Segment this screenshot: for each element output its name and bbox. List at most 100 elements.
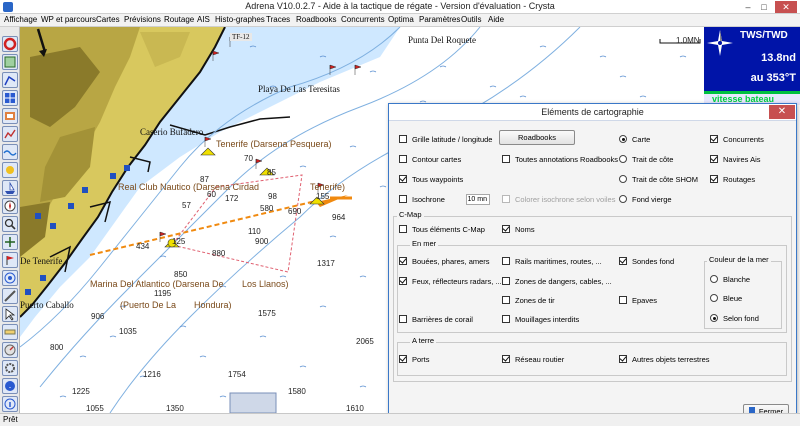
radio-bleue[interactable]: Bleue	[710, 294, 742, 305]
check-epaves[interactable]: Epaves	[619, 296, 657, 307]
check-isochrone[interactable]: Isochrone	[399, 195, 445, 206]
check-tous-waypoints[interactable]: Tous waypoints	[399, 175, 463, 186]
checkbox-box[interactable]	[399, 175, 407, 183]
check-zones-tir[interactable]: Zones de tir	[502, 296, 555, 307]
boat-icon[interactable]	[2, 180, 18, 196]
checkbox-box[interactable]	[399, 135, 407, 143]
checkbox-box[interactable]	[399, 155, 407, 163]
menu-histo-graphes[interactable]: Histo-graphes	[215, 15, 265, 24]
zoom-icon[interactable]	[2, 216, 18, 232]
minimize-button[interactable]: –	[742, 1, 754, 13]
check-mouillages-interdits[interactable]: Mouillages interdits	[502, 315, 579, 326]
menu-previsions[interactable]: Prévisions	[124, 15, 161, 24]
radio-dot[interactable]	[619, 135, 627, 143]
target-icon[interactable]	[2, 270, 18, 286]
checkbox-box[interactable]	[502, 257, 510, 265]
checkbox-box[interactable]	[710, 135, 718, 143]
menu-affichage[interactable]: Affichage	[4, 15, 37, 24]
help-icon[interactable]	[2, 378, 18, 394]
weather-icon[interactable]	[2, 162, 18, 178]
check-routages[interactable]: Routages	[710, 175, 755, 186]
checkbox-box[interactable]	[399, 257, 407, 265]
checkbox-box[interactable]	[710, 155, 718, 163]
waypoint-icon[interactable]	[2, 252, 18, 268]
dialog-close-button[interactable]: ✕	[769, 105, 795, 119]
menu-wp-parcours[interactable]: WP et parcours	[41, 15, 96, 24]
compass-icon[interactable]	[2, 198, 18, 214]
checkbox-box[interactable]	[502, 355, 510, 363]
menu-aide[interactable]: Aide	[488, 15, 504, 24]
check-annotations-roadbooks[interactable]: Toutes annotations Roadbooks	[502, 155, 618, 166]
checkbox-box[interactable]	[502, 315, 510, 323]
wave-icon[interactable]	[2, 144, 18, 160]
check-bouees[interactable]: Bouées, phares, amers	[399, 257, 490, 268]
lifebuoy-icon[interactable]	[2, 36, 18, 52]
roadbooks-button[interactable]: Roadbooks	[499, 130, 575, 145]
radio-dot[interactable]	[619, 175, 627, 183]
close-window-button[interactable]: ✕	[775, 1, 797, 13]
check-reseau-routier[interactable]: Réseau routier	[502, 355, 564, 366]
checkbox-box[interactable]	[502, 225, 510, 233]
checkbox-box[interactable]	[502, 296, 510, 304]
radio-fond-vierge[interactable]: Fond vierge	[619, 195, 672, 206]
check-sondes-fond[interactable]: Sondes fond	[619, 257, 674, 268]
radio-selon-fond[interactable]: Selon fond	[710, 314, 759, 325]
checkbox-box[interactable]	[399, 225, 407, 233]
check-autres-objets[interactable]: Autres objets terrestres	[619, 355, 710, 366]
info-icon[interactable]	[2, 396, 18, 412]
menu-parametres[interactable]: Paramètres	[419, 15, 460, 24]
radio-dot[interactable]	[710, 294, 718, 302]
checkbox-box[interactable]	[502, 277, 510, 285]
checkbox-box[interactable]	[710, 175, 718, 183]
radio-trait-cote[interactable]: Trait de côte	[619, 155, 673, 166]
check-navires-ais[interactable]: Navires Ais	[710, 155, 761, 166]
checkbox-box[interactable]	[502, 195, 510, 203]
pointer-icon[interactable]	[2, 306, 18, 322]
check-concurrents[interactable]: Concurrents	[710, 135, 764, 146]
check-ports[interactable]: Ports	[399, 355, 430, 366]
checkbox-box[interactable]	[619, 296, 627, 304]
check-noms[interactable]: Noms	[502, 225, 535, 236]
check-tous-elements-cmap[interactable]: Tous éléments C-Map	[399, 225, 485, 236]
tide-icon[interactable]	[2, 342, 18, 358]
layers-icon[interactable]	[2, 108, 18, 124]
radio-trait-cote-shom[interactable]: Trait de côte SHOM	[619, 175, 698, 186]
menu-traces[interactable]: Traces	[266, 15, 290, 24]
checkbox-box[interactable]	[619, 257, 627, 265]
check-barrieres-corail[interactable]: Barrières de corail	[399, 315, 473, 326]
radio-dot[interactable]	[619, 195, 627, 203]
check-colorer-isochrone[interactable]: Colorer isochrone selon voiles	[502, 195, 615, 206]
grid-icon[interactable]	[2, 90, 18, 106]
maximize-button[interactable]: □	[758, 1, 770, 13]
menu-cartes[interactable]: Cartes	[96, 15, 120, 24]
pan-icon[interactable]	[2, 234, 18, 250]
ruler-icon[interactable]	[2, 324, 18, 340]
checkbox-box[interactable]	[399, 355, 407, 363]
check-zones-dangers[interactable]: Zones de dangers, cables, ...	[502, 277, 612, 288]
checkbox-box[interactable]	[399, 277, 407, 285]
isochrone-interval-input[interactable]: 10 mn	[466, 194, 490, 205]
radio-dot[interactable]	[710, 275, 718, 283]
measure-icon[interactable]	[2, 288, 18, 304]
check-grille[interactable]: Grille latitude / longitude	[399, 135, 492, 146]
menu-roadbooks[interactable]: Roadbooks	[296, 15, 336, 24]
check-contour[interactable]: Contour cartes	[399, 155, 461, 166]
menu-optima[interactable]: Optima	[388, 15, 414, 24]
chart-icon[interactable]	[2, 54, 18, 70]
check-rails-maritimes[interactable]: Rails maritimes, routes, ...	[502, 257, 602, 268]
settings-icon[interactable]	[2, 360, 18, 376]
graph-icon[interactable]	[2, 126, 18, 142]
check-feux[interactable]: Feux, réflecteurs radars, ...	[399, 277, 502, 288]
checkbox-box[interactable]	[619, 355, 627, 363]
radio-dot[interactable]	[619, 155, 627, 163]
menu-outils[interactable]: Outils	[461, 15, 481, 24]
route-icon[interactable]	[2, 72, 18, 88]
menu-ais[interactable]: AIS	[197, 15, 210, 24]
radio-carte[interactable]: Carte	[619, 135, 650, 146]
menu-concurrents[interactable]: Concurrents	[341, 15, 385, 24]
checkbox-box[interactable]	[399, 315, 407, 323]
checkbox-box[interactable]	[502, 155, 510, 163]
radio-blanche[interactable]: Blanche	[710, 275, 750, 286]
radio-dot[interactable]	[710, 314, 718, 322]
checkbox-box[interactable]	[399, 195, 407, 203]
